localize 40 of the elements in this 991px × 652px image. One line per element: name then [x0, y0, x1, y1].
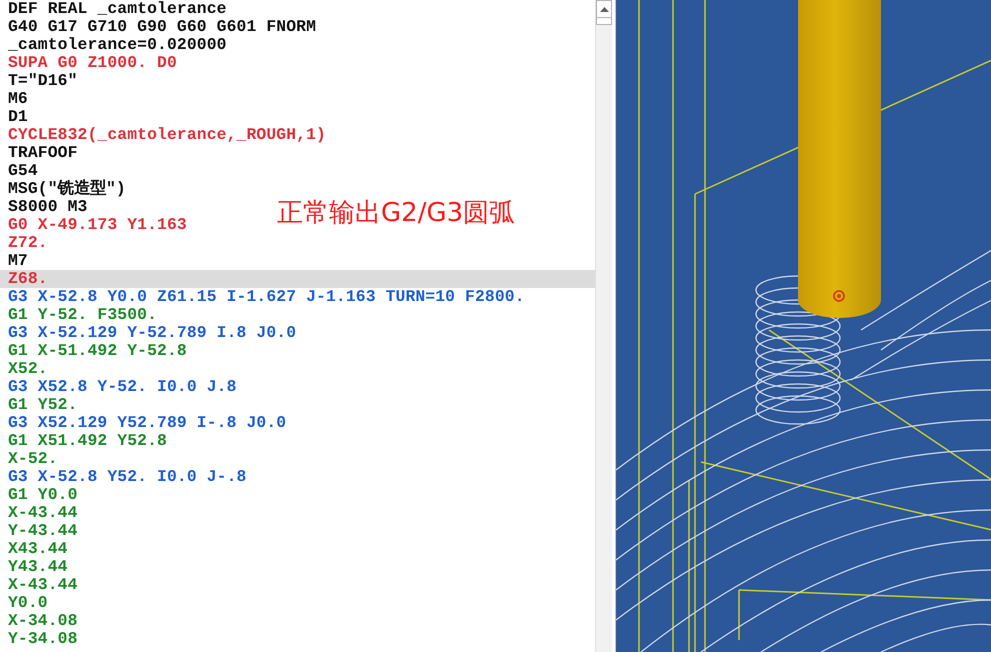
code-line: G3 X52.8 Y-52. I0.0 J.8 [8, 377, 237, 396]
scroll-thumb[interactable] [596, 18, 612, 25]
code-line: G3 X-52.8 Y0.0 Z61.15 I-1.627 J-1.163 TURN=10 F2800. [8, 287, 525, 306]
code-line: X-34.08 [8, 611, 78, 630]
code-line: G1 Y52. [8, 395, 78, 414]
code-line: CYCLE832(_camtolerance,_ROUGH,1) [8, 125, 326, 144]
code-line: Y-43.44 [8, 521, 78, 540]
code-line: M6 [8, 89, 28, 108]
code-line: X-52. [8, 449, 58, 468]
code-line: Y-34.08 [8, 629, 78, 648]
code-line: G0 X-49.173 Y1.163 [8, 215, 187, 234]
code-line: G1 X-51.492 Y-52.8 [8, 341, 187, 360]
code-line: X43.44 [8, 539, 68, 558]
code-line: G54 [8, 161, 38, 180]
code-line: G1 Y-52. F3500. [8, 305, 158, 324]
code-line: MSG("铣造型") [8, 179, 126, 198]
code-line: _camtolerance=0.020000 [8, 35, 227, 54]
code-line: S8000 M3 [8, 197, 88, 216]
code-line: G3 X-52.129 Y-52.789 I.8 J0.0 [8, 323, 296, 342]
code-line: X-43.44 [8, 575, 78, 594]
code-line: TRAFOOF [8, 143, 78, 162]
scroll-up-icon[interactable] [600, 6, 608, 12]
code-line: X-43.44 [8, 503, 78, 522]
code-line: DEF REAL _camtolerance [8, 0, 227, 18]
code-line: G3 X-52.8 Y52. I0.0 J-.8 [8, 467, 246, 486]
code-line: Y43.44 [8, 557, 68, 576]
code-line: SUPA G0 Z1000. D0 [8, 53, 177, 72]
annotation-text: 正常输出G2/G3圆弧 [277, 197, 516, 230]
code-line: X52. [8, 359, 48, 378]
code-line: T="D16" [8, 71, 78, 90]
code-line: Z72. [8, 233, 48, 252]
code-line: G1 X51.492 Y52.8 [8, 431, 167, 450]
code-line: G1 Y0.0 [8, 485, 78, 504]
code-line: M7 [8, 251, 28, 270]
code-line: G3 X52.129 Y52.789 I-.8 J0.0 [8, 413, 286, 432]
code-line: G40 G17 G710 G90 G60 G601 FNORM [8, 17, 316, 36]
code-line: Y0.0 [8, 593, 48, 612]
code-line: D1 [8, 107, 28, 126]
scrollbar[interactable] [595, 0, 612, 652]
code-line: Z68. [8, 269, 48, 288]
